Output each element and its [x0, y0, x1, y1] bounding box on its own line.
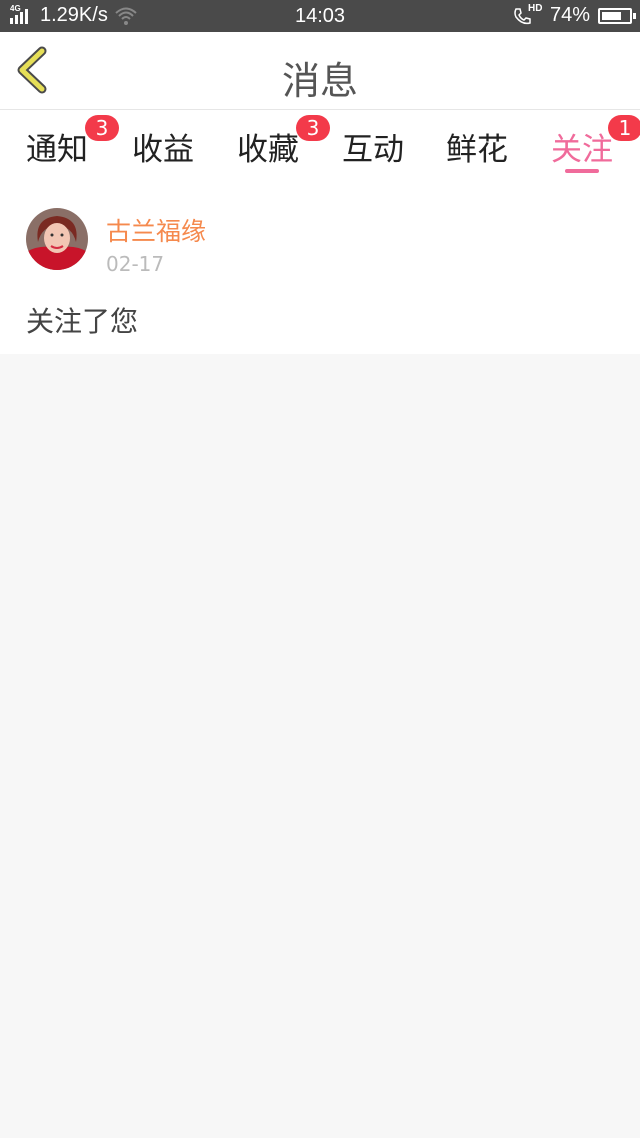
hd-call-icon: HD [512, 2, 543, 27]
tab-label: 互动 [342, 132, 404, 168]
tab-favorites[interactable]: 收藏 3 [237, 115, 330, 182]
active-tab-indicator [565, 169, 599, 173]
tab-label: 关注 [551, 132, 613, 168]
battery-fill [602, 11, 621, 20]
tab-label: 通知 [26, 132, 88, 168]
hd-label: HD [527, 2, 543, 14]
unread-badge: 3 [296, 115, 330, 141]
page-title: 消息 [281, 59, 358, 103]
message-text: 关注了您 [26, 305, 139, 338]
tab-bar: 通知 3 收益 收藏 3 互动 鲜花 关注 1 [0, 110, 640, 182]
header: 消息 [0, 32, 640, 110]
tab-interactions[interactable]: 互动 [342, 124, 404, 182]
tab-earnings[interactable]: 收益 [132, 124, 194, 182]
unread-badge: 3 [85, 115, 119, 141]
username[interactable]: 古兰福缘 [106, 212, 206, 248]
tab-notifications[interactable]: 通知 3 [26, 115, 119, 182]
avatar-image [26, 208, 88, 270]
avatar[interactable] [26, 208, 88, 270]
tab-flowers[interactable]: 鲜花 [446, 124, 508, 182]
tab-label: 收藏 [237, 132, 299, 168]
status-right: HD 74% [512, 2, 636, 27]
tab-label: 鲜花 [446, 132, 508, 168]
tab-label: 收益 [132, 132, 194, 168]
timestamp: 02-17 [106, 252, 165, 276]
battery-tip [633, 12, 636, 19]
battery-icon [598, 7, 636, 24]
battery-percent: 74% [549, 4, 590, 26]
tab-follows[interactable]: 关注 1 [551, 115, 640, 182]
message-list: 古兰福缘 02-17 关注了您 [0, 182, 640, 354]
status-bar: 4G 1.29K/s 14:03 HD 74% [0, 0, 640, 32]
unread-badge: 1 [608, 115, 640, 141]
